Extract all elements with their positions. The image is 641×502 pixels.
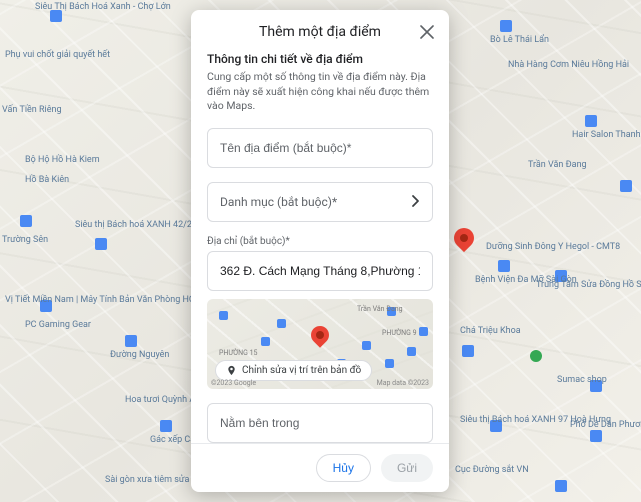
poi-label: Hồ Bà Kiên [25, 175, 69, 185]
poi-label: Nhà Hàng Cơm Niêu Hồng Hải [508, 60, 629, 70]
poi-label: Vấn Tiền Riêng [2, 105, 62, 115]
modal-header: Thêm một địa điểm [191, 10, 449, 50]
place-name-input[interactable] [220, 141, 420, 155]
poi-label: Siêu thị Bách hoá XANH 42/20A [75, 220, 203, 230]
location-edit-icon [226, 365, 237, 376]
located-in-field[interactable] [207, 403, 433, 443]
poi-label: Sumac shop [557, 375, 607, 385]
category-field[interactable]: Danh mục (bắt buộc)* [207, 182, 433, 222]
mini-map-attribution: Map data ©2023 [377, 379, 429, 387]
close-icon [420, 25, 434, 39]
map-main-pin-icon [450, 224, 478, 252]
poi-label: Phở Dê Dân Phương [570, 420, 641, 430]
modal-body[interactable]: Thông tin chi tiết về địa điểm Cung cấp … [191, 50, 449, 443]
poi-label: Trường Sên [2, 235, 48, 245]
poi-label: Trần Văn Đang [528, 160, 587, 170]
section-description: Cung cấp một số thông tin về địa điểm nà… [207, 70, 433, 114]
address-label: Địa chỉ (bắt buộc)* [207, 236, 433, 247]
modal-title: Thêm một địa điểm [259, 24, 381, 40]
mini-map-label: Trần Văn Đang [357, 305, 403, 313]
edit-location-button[interactable]: Chỉnh sửa vị trí trên bản đồ [215, 360, 372, 381]
chevron-right-icon [410, 193, 420, 212]
poi-label: Bộ Hộ Hồ Hà Kiem [25, 155, 100, 165]
close-button[interactable] [417, 22, 437, 42]
poi-label: Sài gòn xưa tiêm sửa [105, 475, 189, 485]
mini-map-label: PHƯỜNG 9 [382, 329, 417, 337]
add-place-modal: Thêm một địa điểm Thông tin chi tiết về … [191, 10, 449, 492]
cancel-button[interactable]: Hủy [316, 454, 371, 482]
poi-label: Hair Salon Thanh [572, 130, 641, 140]
place-name-field[interactable] [207, 128, 433, 168]
poi-label: Siêu Thị Bách Hoá Xanh - Chợ Lớn [35, 2, 171, 12]
poi-label: Dưỡng Sinh Đông Y Hegol - CMT8 [486, 242, 620, 252]
edit-location-label: Chỉnh sửa vị trí trên bản đồ [242, 365, 361, 376]
poi-label: Trung Tâm Sửa Đồng Hồ Sài Gòn [536, 280, 641, 290]
poi-label: Cục Đường sắt VN [455, 465, 529, 475]
poi-label: Đường Nguyên [110, 350, 169, 360]
mini-map-attribution: ©2023 Google [211, 379, 256, 387]
mini-map[interactable]: Trần Văn Đang PHƯỜNG 9 PHƯỜNG 15 Chỉnh s… [207, 299, 433, 389]
address-field[interactable] [207, 251, 433, 291]
poi-label: Vị Tiết Miền Nam | Mây Tính Bản Văn Phòn… [5, 295, 203, 305]
submit-button[interactable]: Gửi [381, 454, 433, 482]
poi-label: Bò Lê Thái Lẩn [490, 35, 549, 45]
section-heading: Thông tin chi tiết về địa điểm [207, 52, 433, 66]
poi-label: Phụ vui chốt giải quyết hết [5, 50, 110, 60]
mini-map-pin-icon [307, 322, 332, 347]
located-in-input[interactable] [220, 416, 420, 430]
poi-label: Chá Triệu Khoa [460, 326, 521, 336]
mini-map-label: PHƯỜNG 15 [219, 349, 257, 357]
address-input[interactable] [220, 264, 420, 278]
poi-label: PC Gaming Gear [25, 320, 91, 330]
category-placeholder: Danh mục (bắt buộc)* [220, 195, 337, 209]
modal-footer: Hủy Gửi [191, 443, 449, 492]
